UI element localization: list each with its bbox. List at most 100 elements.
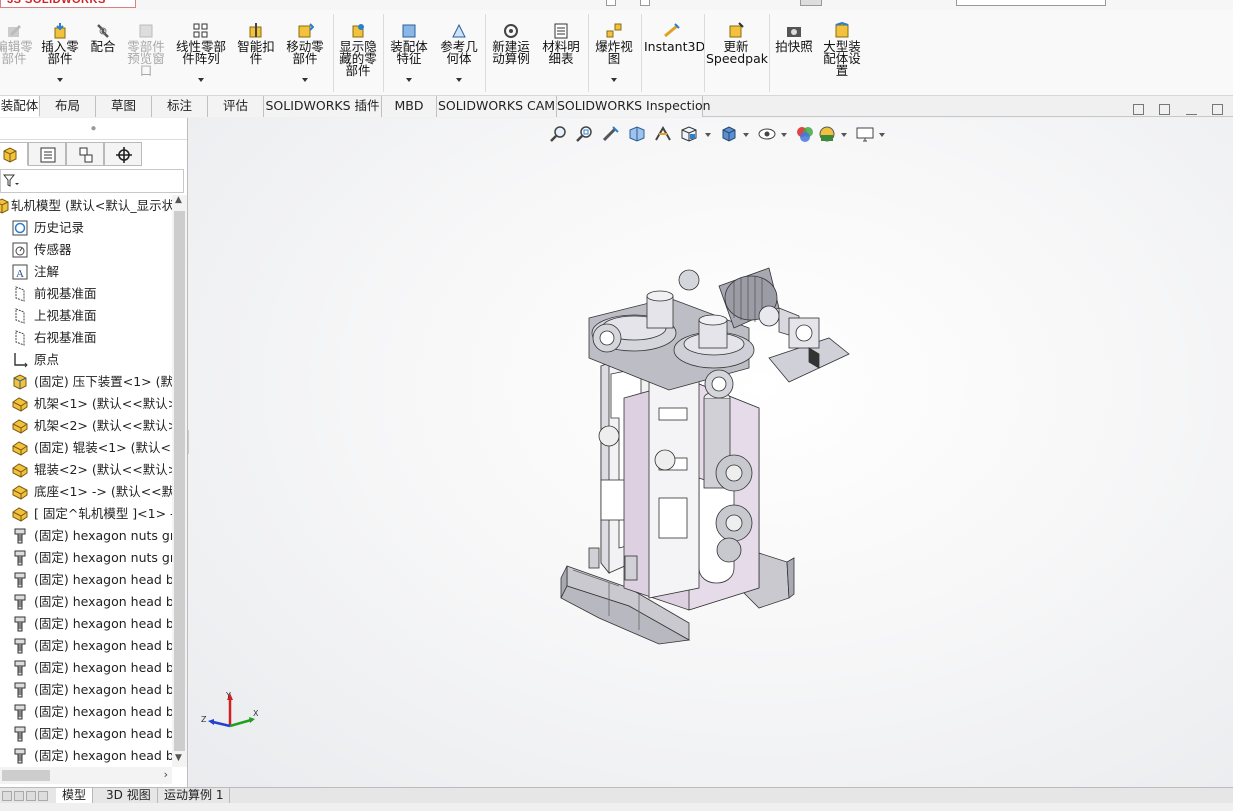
tree-item-component[interactable]: 辊装<2> (默认<<默认>_ — [0, 459, 172, 481]
smart-fasteners-button[interactable]: 智能扣 件 — [234, 10, 278, 96]
tree-item-component[interactable]: [ 固定^轧机模型 ]<1> -> — [0, 503, 172, 525]
large-assembly-settings-button[interactable]: 大型装 配体设 置 — [818, 10, 866, 96]
quick-access-icon[interactable] — [800, 0, 822, 6]
tab-mbd[interactable]: MBD — [382, 96, 437, 117]
ribbon-separator — [641, 14, 642, 92]
tree-item-sensors[interactable]: 传感器 — [0, 239, 172, 261]
tree-item-component[interactable]: 底座<1> -> (默认<<默认 — [0, 481, 172, 503]
tree-item-label: (固定) hexagon head bo — [34, 572, 172, 587]
chevron-down-icon[interactable] — [406, 78, 412, 82]
scroll-thumb[interactable] — [174, 211, 185, 751]
chevron-down-icon[interactable] — [57, 78, 63, 82]
first-tab-icon[interactable] — [2, 791, 12, 801]
chevron-down-icon[interactable] — [611, 78, 617, 82]
prev-tab-icon[interactable] — [14, 791, 24, 801]
show-hidden-components-button[interactable]: 显示隐 藏的零 部件 — [336, 10, 380, 96]
tree-item-fastener[interactable]: (固定) hexagon nuts gra — [0, 547, 172, 569]
tree-item-front-plane[interactable]: 前视基准面 — [0, 283, 172, 305]
tab-inspection[interactable]: SOLIDWORKS Inspection — [557, 96, 711, 117]
panel-grip[interactable]: ⦁ — [0, 118, 187, 140]
tree-item-root-assembly[interactable]: 轧机模型 (默认<默认_显示状 — [0, 195, 172, 217]
tile-right-icon[interactable] — [1159, 104, 1170, 115]
tab-dimxpert-manager[interactable] — [104, 142, 142, 166]
quick-access-icon[interactable] — [640, 0, 650, 6]
property-manager-icon — [40, 147, 56, 163]
assembly-features-icon — [402, 24, 416, 38]
tile-left-icon[interactable] — [1133, 104, 1144, 115]
tree-item-top-plane[interactable]: 上视基准面 — [0, 305, 172, 327]
update-speedpak-button[interactable]: 更新 Speedpak — [706, 10, 768, 96]
edit-component-button[interactable]: 编辑零 部件 — [0, 10, 34, 96]
solidworks-logo[interactable]: 3S SOLIDWORKS — [0, 0, 136, 8]
tree-item-label: (固定) hexagon head bo — [34, 638, 172, 653]
insert-component-button[interactable]: 插入零 部件 — [40, 10, 80, 96]
tree-item-fastener[interactable]: (固定) hexagon head bo — [0, 679, 172, 701]
tree-item-fastener[interactable]: (固定) hexagon head bo — [0, 745, 172, 767]
tab-cam[interactable]: SOLIDWORKS CAM — [437, 96, 557, 117]
tree-item-origin[interactable]: 原点 — [0, 349, 172, 371]
tree-item-fastener[interactable]: (固定) hexagon head bo — [0, 591, 172, 613]
tree-item-fastener[interactable]: (固定) hexagon head bo — [0, 613, 172, 635]
tree-item-component[interactable]: (固定) 辊装<1> (默认<< — [0, 437, 172, 459]
rolling-mill-3d-model[interactable] — [189, 118, 1233, 787]
tree-item-fastener[interactable]: (固定) hexagon nuts gra — [0, 525, 172, 547]
last-tab-icon[interactable] — [38, 791, 48, 801]
scroll-thumb[interactable] — [2, 770, 50, 781]
tab-layout[interactable]: 布局 — [40, 96, 96, 117]
tab-model[interactable]: 模型 — [56, 788, 94, 804]
filter-icon — [3, 174, 19, 187]
tree-item-fastener[interactable]: (固定) hexagon head bo — [0, 723, 172, 745]
tree-item-fastener[interactable]: (固定) hexagon head bo — [0, 657, 172, 679]
tree-horizontal-scrollbar[interactable]: › — [0, 767, 172, 784]
chevron-down-icon[interactable] — [456, 78, 462, 82]
tab-feature-manager[interactable] — [0, 142, 28, 166]
new-motion-study-button[interactable]: 新建运 动算例 — [488, 10, 534, 96]
tree-item-component[interactable]: 机架<1> (默认<<默认>_ — [0, 393, 172, 415]
tree-item-fastener[interactable]: (固定) hexagon head bo — [0, 701, 172, 723]
component-preview-button[interactable]: 零部件 预览窗 口 — [124, 10, 168, 96]
tree-item-label: 注解 — [34, 264, 60, 279]
exploded-view-button[interactable]: 爆炸视 图 — [591, 10, 637, 96]
tab-markup[interactable]: 标注 — [152, 96, 208, 117]
tree-item-history[interactable]: 历史记录 — [0, 217, 172, 239]
tree-item-label: (固定) hexagon nuts gra — [34, 550, 172, 565]
reference-geometry-button[interactable]: 参考几 何体 — [436, 10, 482, 96]
tree-item-label: 机架<1> (默认<<默认>_ — [34, 396, 172, 411]
search-box[interactable] — [956, 0, 1106, 6]
graphics-area[interactable]: Y X Z — [189, 118, 1233, 787]
tree-item-fastener[interactable]: (固定) hexagon head bo — [0, 569, 172, 591]
scroll-up-icon[interactable]: ▲ — [175, 195, 182, 205]
tab-property-manager[interactable] — [28, 142, 66, 166]
bill-of-materials-button[interactable]: 材料明 细表 — [538, 10, 584, 96]
tab-sketch[interactable]: 草图 — [96, 96, 152, 117]
tree-item-component[interactable]: 机架<2> (默认<<默认>_ — [0, 415, 172, 437]
scroll-down-icon[interactable]: ▼ — [175, 753, 182, 763]
scroll-right-icon[interactable]: › — [164, 768, 168, 781]
linear-pattern-button[interactable]: 线性零部 件阵列 — [172, 10, 230, 96]
next-tab-icon[interactable] — [26, 791, 36, 801]
chevron-down-icon[interactable] — [198, 78, 204, 82]
take-snapshot-button[interactable]: 拍快照 — [772, 10, 816, 96]
tab-motion-study[interactable]: 运动算例 1 — [158, 788, 231, 804]
tab-assembly[interactable]: 装配体 — [0, 96, 40, 117]
move-component-button[interactable]: 移动零 部件 — [282, 10, 328, 96]
mate-button[interactable]: 配合 — [86, 10, 120, 96]
tree-item-component[interactable]: (固定) 压下装置<1> (默认 — [0, 371, 172, 393]
tab-addins[interactable]: SOLIDWORKS 插件 — [264, 96, 382, 117]
tree-item-fastener[interactable]: (固定) hexagon head bo — [0, 635, 172, 657]
chevron-down-icon[interactable] — [302, 78, 308, 82]
tab-configuration-manager[interactable] — [66, 142, 104, 166]
tree-filter[interactable] — [0, 169, 184, 193]
instant3d-button[interactable]: Instant3D — [644, 10, 705, 96]
tree-vertical-scrollbar[interactable]: ▲ ▼ — [172, 195, 187, 767]
restore-icon[interactable] — [1212, 104, 1223, 115]
tree-item-right-plane[interactable]: 右视基准面 — [0, 327, 172, 349]
quick-access-icon[interactable] — [606, 0, 616, 6]
tab-3d-views[interactable]: 3D 视图 — [100, 788, 158, 804]
tree-item-annotations[interactable]: A 注解 — [0, 261, 172, 283]
assembly-features-button[interactable]: 装配体 特征 — [386, 10, 432, 96]
mate-icon — [97, 24, 109, 38]
minimize-icon[interactable] — [1186, 108, 1197, 115]
tab-evaluate[interactable]: 评估 — [208, 96, 264, 117]
origin-icon — [14, 353, 28, 368]
